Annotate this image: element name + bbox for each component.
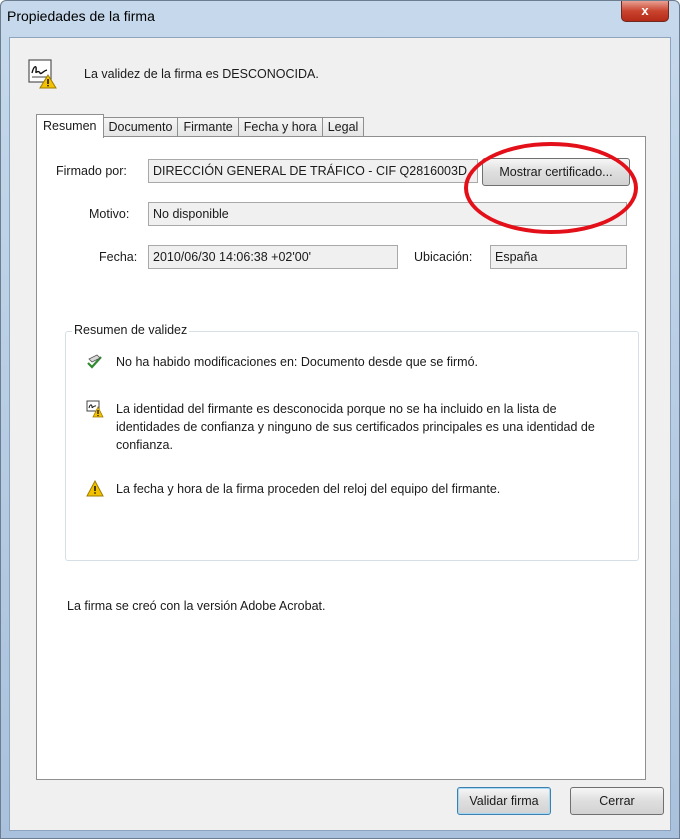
- validate-signature-button[interactable]: Validar firma: [457, 787, 551, 815]
- signed-by-label: Firmado por:: [56, 164, 127, 178]
- reason-field[interactable]: No disponible: [148, 202, 627, 226]
- location-label: Ubicación:: [414, 250, 473, 264]
- tab-legal[interactable]: Legal: [321, 117, 365, 138]
- window-title: Propiedades de la firma: [7, 8, 155, 24]
- validity-item-text: La identidad del firmante es desconocida…: [116, 402, 595, 452]
- tab-strip: Resumen Documento Firmante Fecha y hora …: [36, 114, 365, 138]
- dialog-body: La validez de la firma es DESCONOCIDA. R…: [9, 37, 671, 831]
- validity-item-text: No ha habido modificaciones en: Document…: [116, 355, 479, 369]
- validity-summary-title: Resumen de validez: [72, 323, 190, 337]
- pen-check-icon: [86, 353, 104, 371]
- close-window-button[interactable]: x: [621, 1, 669, 22]
- validity-summary-group: Resumen de validez No ha habido modifica…: [65, 323, 639, 561]
- location-field[interactable]: España: [490, 245, 627, 269]
- summary-panel: Firmado por: DIRECCIÓN GENERAL DE TRÁFIC…: [36, 136, 646, 780]
- dialog-window: Propiedades de la firma x La validez de …: [0, 0, 680, 839]
- reason-label: Motivo:: [89, 207, 130, 221]
- date-field[interactable]: 2010/06/30 14:06:38 +02'00': [148, 245, 398, 269]
- tab-firmante[interactable]: Firmante: [177, 117, 239, 138]
- tab-resumen[interactable]: Resumen: [36, 114, 104, 138]
- close-button[interactable]: Cerrar: [570, 787, 664, 815]
- show-certificate-button[interactable]: Mostrar certificado...: [482, 158, 630, 186]
- signature-warning-icon: [28, 59, 58, 89]
- title-bar[interactable]: Propiedades de la firma x: [1, 1, 679, 37]
- tab-fecha-y-hora[interactable]: Fecha y hora: [237, 117, 323, 138]
- acrobat-version-text: La firma se creó con la versión Adobe Ac…: [67, 599, 326, 613]
- validity-item-text: La fecha y hora de la firma proceden del…: [116, 482, 501, 496]
- tab-documento[interactable]: Documento: [102, 117, 179, 138]
- warning-icon: [86, 479, 104, 498]
- signed-by-field[interactable]: DIRECCIÓN GENERAL DE TRÁFICO - CIF Q2816…: [148, 159, 478, 183]
- warning-certificate-icon: [86, 400, 104, 418]
- date-label: Fecha:: [99, 250, 138, 264]
- validity-status-text: La validez de la firma es DESCONOCIDA.: [84, 67, 319, 81]
